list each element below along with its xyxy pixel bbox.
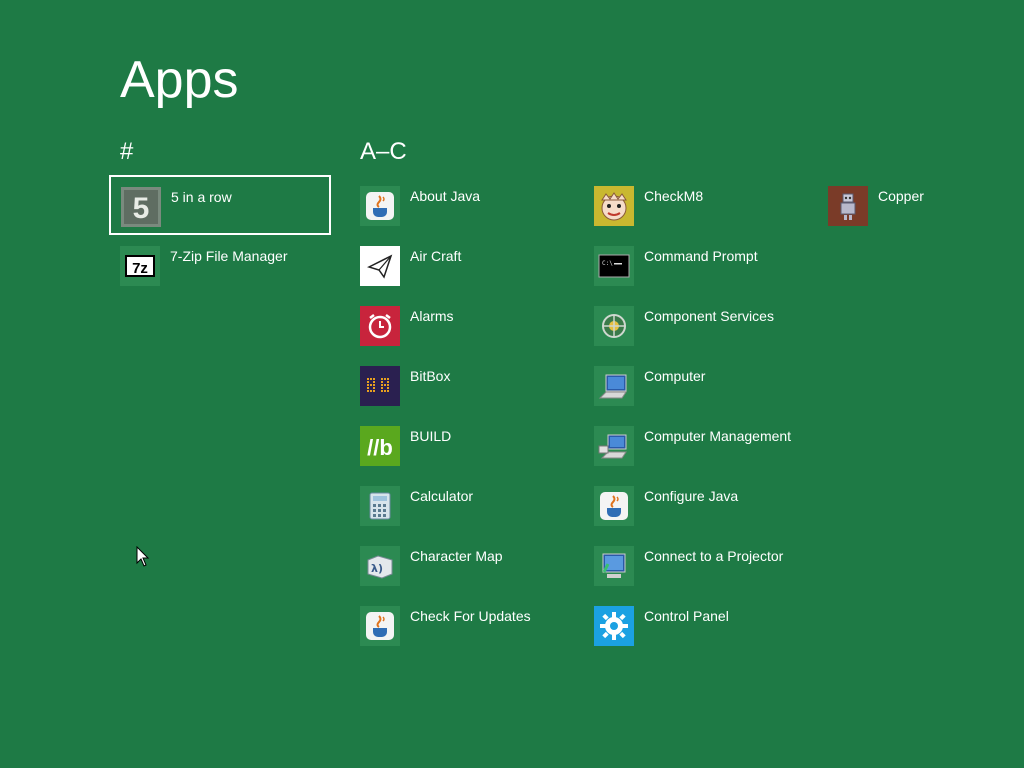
app-tile-computer[interactable]: Computer <box>584 356 802 412</box>
app-tile-bitbox[interactable]: BitBox <box>350 356 568 412</box>
app-label: CheckM8 <box>644 188 704 204</box>
app-label: Connect to a Projector <box>644 548 784 564</box>
app-tile-connect-to-a-projector[interactable]: Connect to a Projector <box>584 536 802 592</box>
app-label: Air Craft <box>410 248 462 264</box>
app-tile-build[interactable]: //b BUILD <box>350 416 568 472</box>
app-label: Computer Management <box>644 428 792 444</box>
app-tile-7-zip-file-manager[interactable]: 7z 7-Zip File Manager <box>110 236 328 292</box>
app-tile-5-in-a-row[interactable]: 5 5 in a row <box>109 175 331 235</box>
app-tile-calculator[interactable]: Calculator <box>350 476 568 532</box>
app-label: Configure Java <box>644 488 739 504</box>
app-label: 7-Zip File Manager <box>170 248 288 264</box>
app-tile-alarms[interactable]: Alarms <box>350 296 568 352</box>
app-tile-check-for-updates[interactable]: Check For Updates <box>350 596 568 652</box>
app-tile-copper[interactable]: Copper <box>818 176 1024 232</box>
java-cup-icon <box>594 486 634 526</box>
computer-icon <box>594 366 634 406</box>
app-label: Character Map <box>410 548 503 564</box>
app-tile-about-java[interactable]: About Java <box>350 176 568 232</box>
command-prompt-icon: C:\ <box>594 246 634 286</box>
app-tile-checkm8[interactable]: CheckM8 <box>584 176 802 232</box>
bitbox-icon <box>360 366 400 406</box>
app-tile-component-services[interactable]: Component Services <box>584 296 802 352</box>
java-cup-icon <box>360 186 400 226</box>
app-tile-character-map[interactable]: λ) Character Map <box>350 536 568 592</box>
svg-text:C:\: C:\ <box>602 260 613 267</box>
group-header-hash[interactable]: # <box>120 138 133 166</box>
app-tile-control-panel[interactable]: Control Panel <box>584 596 802 652</box>
app-label: BUILD <box>410 428 452 444</box>
mouse-cursor-icon <box>136 545 150 568</box>
component-services-icon <box>594 306 634 346</box>
calculator-icon <box>360 486 400 526</box>
app-label: Command Prompt <box>644 248 758 264</box>
app-tile-configure-java[interactable]: Configure Java <box>584 476 802 532</box>
app-label: Component Services <box>644 308 774 324</box>
seven-zip-icon: 7z <box>120 246 160 286</box>
build-logo-icon: //b <box>360 426 400 466</box>
app-label: Control Panel <box>644 608 729 624</box>
alarm-clock-icon <box>360 306 400 346</box>
java-cup-icon <box>360 606 400 646</box>
app-label: Calculator <box>410 488 474 504</box>
number-five-icon: 5 <box>121 187 161 227</box>
svg-text:5: 5 <box>133 192 150 225</box>
projector-icon <box>594 546 634 586</box>
paper-plane-icon <box>360 246 400 286</box>
app-label: 5 in a row <box>171 189 232 205</box>
computer-management-icon <box>594 426 634 466</box>
svg-text://b: //b <box>367 435 393 460</box>
copper-robot-icon <box>828 186 868 226</box>
app-tile-computer-management[interactable]: Computer Management <box>584 416 802 476</box>
svg-text:λ): λ) <box>371 562 383 575</box>
app-label: BitBox <box>410 368 451 384</box>
app-label: Alarms <box>410 308 454 324</box>
app-label: Copper <box>878 188 924 204</box>
page-title: Apps <box>120 51 239 109</box>
checkm8-icon <box>594 186 634 226</box>
app-label: Computer <box>644 368 706 384</box>
svg-text:7z: 7z <box>132 260 148 277</box>
app-tile-air-craft[interactable]: Air Craft <box>350 236 568 292</box>
gear-icon <box>594 606 634 646</box>
group-header-a-c[interactable]: A–C <box>360 138 407 166</box>
app-label: About Java <box>410 188 481 204</box>
app-tile-command-prompt[interactable]: C:\ Command Prompt <box>584 236 802 292</box>
app-label: Check For Updates <box>410 608 531 624</box>
character-map-icon: λ) <box>360 546 400 586</box>
